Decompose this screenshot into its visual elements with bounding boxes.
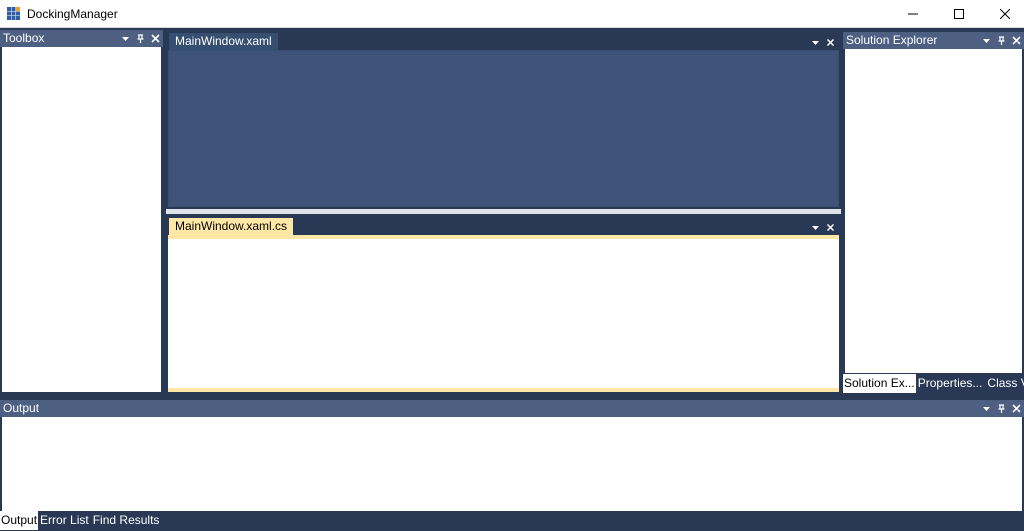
maximize-icon <box>954 9 964 19</box>
output-body <box>2 417 1022 511</box>
solution-explorer-panel: Solution Explorer Solution Ex... Propert… <box>843 29 1024 394</box>
toolbox-body <box>2 47 161 392</box>
dropdown-arrow-icon[interactable] <box>811 38 820 47</box>
dropdown-arrow-icon[interactable] <box>982 36 991 45</box>
output-header[interactable]: Output <box>0 400 1024 417</box>
document-tabstrip: MainWindow.xaml <box>166 29 841 50</box>
pin-icon[interactable] <box>997 36 1006 45</box>
close-icon[interactable] <box>1012 36 1021 45</box>
close-icon[interactable] <box>826 223 835 232</box>
toolbox-panel: Toolbox <box>0 29 163 394</box>
document-group-bottom: MainWindow.xaml.cs <box>166 214 841 394</box>
app-grid-icon <box>7 7 20 20</box>
document-content-top[interactable] <box>168 50 839 207</box>
dropdown-arrow-icon[interactable] <box>982 404 991 413</box>
solution-explorer-tabs: Solution Ex... Properties... Class View <box>843 374 1024 393</box>
window-title: DockingManager <box>27 7 118 21</box>
close-icon <box>1000 9 1010 19</box>
solution-explorer-header[interactable]: Solution Explorer <box>843 32 1024 49</box>
close-icon[interactable] <box>826 38 835 47</box>
tab-mainwindow-xaml-cs[interactable]: MainWindow.xaml.cs <box>169 218 294 235</box>
tab-class-view[interactable]: Class View <box>985 374 1024 393</box>
output-title: Output <box>3 401 40 415</box>
pin-icon[interactable] <box>136 34 145 43</box>
tab-find-results[interactable]: Find Results <box>91 511 162 530</box>
output-tabs: Output Error List Find Results <box>0 511 161 530</box>
tab-label: Error List <box>40 513 89 527</box>
solution-explorer-title: Solution Explorer <box>846 33 938 47</box>
toolbox-header[interactable]: Toolbox <box>0 30 163 47</box>
close-icon[interactable] <box>1012 404 1021 413</box>
tab-label: Solution Ex... <box>844 376 915 390</box>
tab-error-list[interactable]: Error List <box>38 511 91 530</box>
tab-output[interactable]: Output <box>0 511 39 530</box>
minimize-button[interactable] <box>890 0 936 28</box>
maximize-button[interactable] <box>936 0 982 28</box>
tab-label: Properties... <box>917 376 983 390</box>
tab-properties[interactable]: Properties... <box>916 374 986 393</box>
dropdown-arrow-icon[interactable] <box>811 223 820 232</box>
pin-icon[interactable] <box>997 404 1006 413</box>
tab-solution-explorer[interactable]: Solution Ex... <box>843 374 916 393</box>
title-bar: DockingManager <box>0 0 1024 28</box>
solution-explorer-body <box>845 49 1022 373</box>
dropdown-arrow-icon[interactable] <box>121 34 130 43</box>
tab-label: MainWindow.xaml <box>175 34 272 48</box>
tab-label: MainWindow.xaml.cs <box>175 219 288 233</box>
close-icon[interactable] <box>151 34 160 43</box>
close-window-button[interactable] <box>982 0 1024 28</box>
document-tabstrip: MainWindow.xaml.cs <box>166 214 841 235</box>
tab-mainwindow-xaml[interactable]: MainWindow.xaml <box>169 33 278 50</box>
document-content-bottom[interactable] <box>168 235 839 392</box>
document-group-top: MainWindow.xaml <box>166 29 841 209</box>
tab-label: Class View <box>987 376 1024 390</box>
tab-label: Find Results <box>92 513 160 527</box>
tab-label: Output <box>1 513 38 527</box>
toolbox-title: Toolbox <box>3 31 45 45</box>
minimize-icon <box>908 13 918 15</box>
output-panel: Output Output Error List Find Results <box>0 397 1024 531</box>
